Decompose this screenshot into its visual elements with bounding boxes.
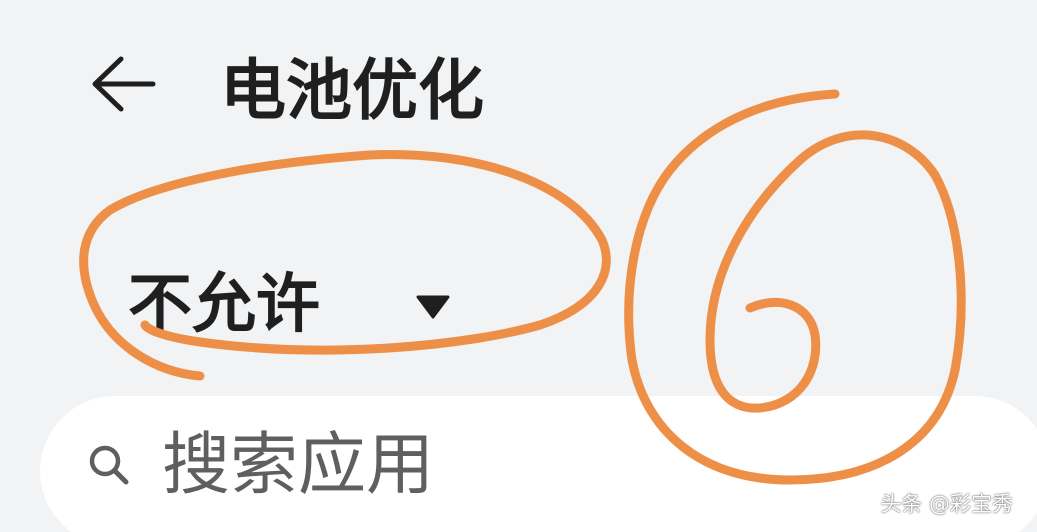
battery-optimization-screen: 电池优化 不允许 搜索应用 头条 @彩宝秀 bbox=[0, 0, 1037, 532]
arrow-left-icon bbox=[92, 56, 156, 112]
watermark: 头条 @彩宝秀 bbox=[880, 492, 1013, 516]
filter-selected-value: 不允许 bbox=[128, 268, 320, 342]
search-placeholder: 搜索应用 bbox=[162, 426, 435, 505]
triangle-down-icon bbox=[416, 295, 450, 319]
search-icon bbox=[89, 445, 129, 485]
page-title: 电池优化 bbox=[220, 52, 484, 129]
filter-dropdown[interactable]: 不允许 bbox=[128, 260, 451, 350]
back-button[interactable] bbox=[78, 44, 168, 124]
